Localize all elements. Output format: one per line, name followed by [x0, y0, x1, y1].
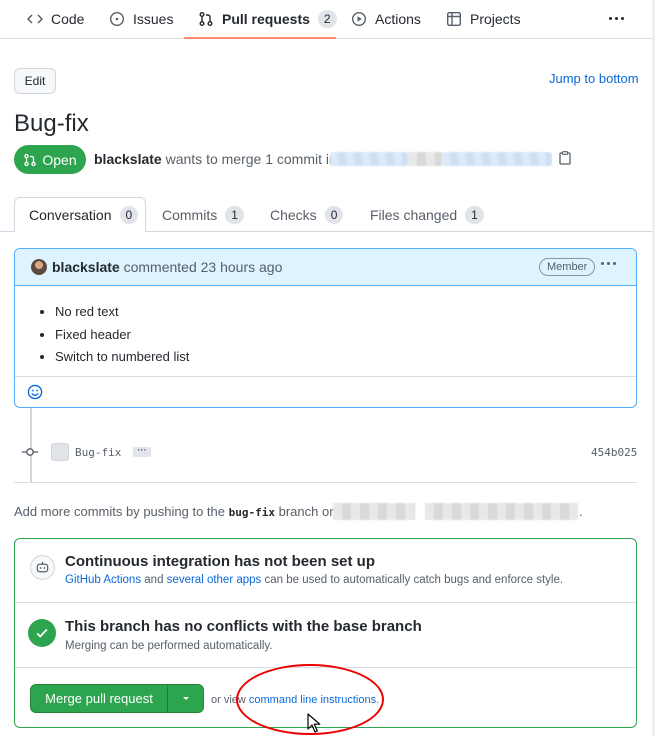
comment-action: commented 23 hours ago: [123, 259, 283, 275]
tab-counter: 0: [119, 206, 138, 224]
more-icon[interactable]: [606, 8, 626, 28]
jump-to-bottom-link[interactable]: Jump to bottom: [549, 71, 639, 86]
copy-icon[interactable]: [559, 151, 571, 165]
nav-item-label: Pull requests: [222, 11, 310, 27]
nav-item-code[interactable]: Code: [27, 0, 84, 38]
pr-author-link[interactable]: blackslate: [94, 151, 162, 167]
comment-footer-divider: [15, 376, 636, 377]
ci-rest: can be used to automatically catch bugs …: [264, 574, 564, 586]
hint-text: branch on: [278, 504, 337, 519]
robot-icon: [36, 561, 49, 573]
tab-commits[interactable]: Commits 1: [148, 197, 258, 232]
comment-meta: blackslate commented 23 hours ago: [52, 259, 282, 275]
issue-opened-icon: [109, 11, 125, 27]
comment-header: blackslate commented 23 hours ago Member: [15, 249, 636, 286]
avatar[interactable]: [31, 259, 47, 275]
ci-section: Continuous integration has not been set …: [15, 539, 636, 603]
comment-options-icon[interactable]: [601, 262, 616, 265]
commit-author-avatar[interactable]: [51, 443, 69, 461]
push-hint: Add more commits by pushing to the bug-f…: [14, 504, 336, 519]
tab-label: Checks: [270, 206, 317, 223]
tab-label: Files changed: [370, 206, 458, 223]
conflict-description: Merging can be performed automatically.: [65, 640, 273, 652]
mouse-cursor-icon: [307, 713, 321, 733]
commit-sha-link[interactable]: 454b025: [591, 446, 637, 459]
head-branch-redacted: [442, 152, 552, 166]
check-icon: [28, 619, 56, 647]
conflict-title: This branch has no conflicts with the ba…: [65, 618, 422, 635]
list-item: No red text: [55, 301, 189, 324]
git-pull-request-icon: [199, 12, 213, 26]
list-item: Fixed header: [55, 324, 189, 347]
edit-button[interactable]: Edit: [14, 68, 56, 94]
branch-separator-redacted: [408, 152, 442, 166]
hint-end: .: [579, 504, 583, 519]
merge-text: wants to merge 1 commit into: [165, 151, 349, 167]
tab-counter: 1: [465, 205, 484, 224]
tab-checks[interactable]: Checks 0: [256, 197, 357, 232]
nav-active-indicator: [184, 37, 336, 39]
hint-text: Add more commits by pushing to the: [14, 504, 225, 519]
play-icon: [351, 11, 367, 27]
repo-name-redacted: [425, 503, 578, 520]
ci-title: Continuous integration has not been set …: [65, 553, 375, 570]
state-label: Open: [42, 151, 77, 168]
merge-options-button[interactable]: [167, 684, 204, 713]
nav-item-issues[interactable]: Issues: [109, 0, 173, 38]
nav-item-actions[interactable]: Actions: [351, 0, 421, 38]
git-commit-icon: [22, 448, 38, 456]
ci-and: and: [144, 574, 164, 586]
table-icon: [447, 12, 462, 27]
repo-nav: Code Issues Pull requests 2 Actions Proj…: [0, 0, 652, 39]
nav-item-label: Code: [51, 11, 85, 27]
pull-requests-count: 2: [317, 10, 337, 28]
merge-summary: blackslate wants to merge 1 commit into: [94, 151, 348, 167]
nav-item-projects[interactable]: Projects: [446, 0, 521, 38]
state-badge: Open: [14, 145, 86, 174]
triangle-down-icon: [182, 696, 189, 700]
branch-name: bug-fix: [228, 506, 275, 519]
timeline-divider: [14, 482, 637, 483]
command-line-instructions-link[interactable]: command line instructions.: [249, 694, 379, 706]
or-view-text: or view: [211, 694, 246, 706]
tab-label: Commits: [162, 206, 218, 223]
tab-counter: 0: [324, 205, 344, 224]
code-icon: [27, 14, 43, 24]
tab-files-changed[interactable]: Files changed 1: [356, 197, 498, 232]
other-apps-link[interactable]: several other apps: [167, 574, 262, 586]
member-badge: Member: [539, 258, 596, 276]
conflict-section: This branch has no conflicts with the ba…: [15, 603, 636, 668]
git-pull-request-icon: [24, 153, 37, 166]
nav-item-pull-requests[interactable]: Pull requests 2: [198, 0, 337, 38]
commit-expand-button[interactable]: ···: [133, 446, 151, 457]
cli-hint: or view command line instructions.: [211, 694, 379, 706]
github-actions-link[interactable]: GitHub Actions: [65, 574, 141, 586]
tab-counter: 1: [225, 205, 244, 224]
comment-author-link[interactable]: blackslate: [52, 259, 120, 275]
merge-pull-request-button[interactable]: Merge pull request: [30, 684, 168, 713]
tab-conversation[interactable]: Conversation 0: [14, 197, 146, 233]
comment-body-list: No red text Fixed header Switch to numbe…: [55, 301, 189, 369]
list-item: Switch to numbered list: [55, 346, 189, 369]
pr-description-comment: blackslate commented 23 hours ago Member…: [14, 248, 637, 408]
page-title: Bug-fix: [14, 110, 89, 137]
nav-item-label: Projects: [470, 11, 521, 27]
repo-owner-redacted: [333, 503, 415, 520]
commit-message-link[interactable]: Bug-fix: [75, 446, 121, 459]
base-branch-redacted: [330, 152, 408, 166]
nav-item-label: Actions: [375, 11, 421, 27]
nav-item-label: Issues: [133, 11, 174, 27]
smiley-icon[interactable]: [27, 384, 43, 400]
ci-icon: [30, 555, 55, 580]
tab-label: Conversation: [29, 207, 112, 223]
ci-description: GitHub Actions and several other apps ca…: [65, 574, 563, 586]
merge-box: Continuous integration has not been set …: [14, 538, 637, 728]
